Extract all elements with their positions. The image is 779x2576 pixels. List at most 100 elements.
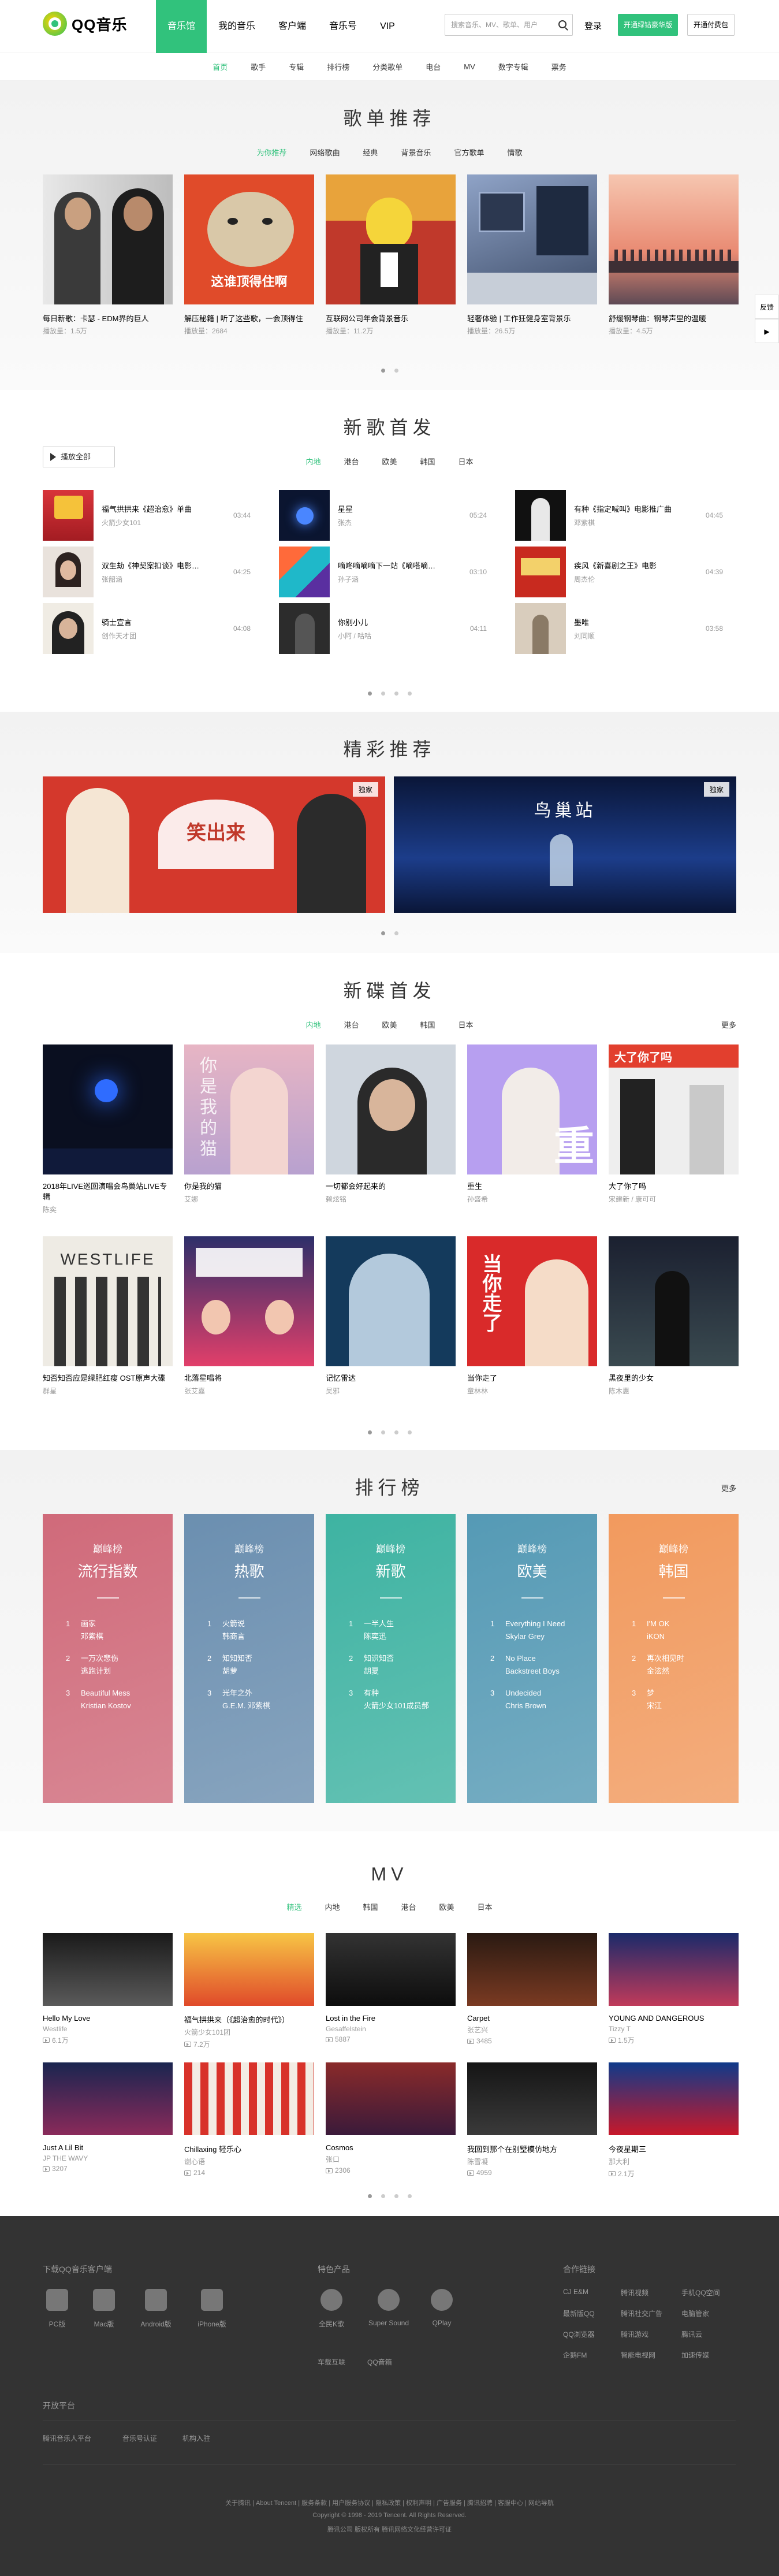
- album-cover[interactable]: 你是我的猫: [184, 1044, 314, 1174]
- download-mac[interactable]: Mac版: [87, 2289, 121, 2329]
- album-title[interactable]: 你是我的猫: [184, 1181, 314, 1192]
- song-name[interactable]: 火箭说: [222, 1618, 245, 1630]
- artist-name[interactable]: 韩商言: [222, 1631, 245, 1642]
- song-name[interactable]: 知识知否: [364, 1653, 394, 1664]
- tab-korea[interactable]: 韩国: [409, 456, 447, 467]
- playlist-cover[interactable]: [609, 174, 739, 304]
- mv-artist[interactable]: 火箭少女101团: [184, 2027, 314, 2037]
- album-cover[interactable]: WESTLIFE: [43, 1236, 173, 1366]
- mv-thumbnail[interactable]: [326, 2062, 456, 2135]
- paid-package-button[interactable]: 开通付费包: [687, 14, 735, 36]
- mv-thumbnail[interactable]: [609, 2062, 739, 2135]
- album-cover[interactable]: [43, 1044, 173, 1174]
- chart-artist[interactable]: 邓紫棋: [66, 1631, 173, 1642]
- mv-thumbnail[interactable]: [43, 2062, 173, 2135]
- nav-client[interactable]: 客户端: [267, 0, 318, 53]
- mv-card[interactable]: 我回到那个在别墅模仿地方 陈雪凝 4959: [467, 2062, 597, 2177]
- product-qplay[interactable]: QPlay: [427, 2289, 456, 2327]
- song-name[interactable]: 骑士宣言: [102, 616, 200, 627]
- album-cover[interactable]: 当你走了: [467, 1236, 597, 1366]
- play-all-button[interactable]: 播放全部: [43, 447, 115, 467]
- song-name[interactable]: Everything I Need: [505, 1618, 565, 1630]
- pager-dot[interactable]: [394, 2194, 398, 2198]
- song-cover[interactable]: [43, 603, 94, 654]
- song-name[interactable]: 双生劫《神契案扣谈》电影主题曲: [102, 560, 200, 571]
- song-artist[interactable]: 周杰伦: [574, 574, 672, 584]
- mv-card[interactable]: 福气拱拱来（《超治愈的时代》） 火箭少女101团 7.2万: [184, 1933, 314, 2049]
- song-artist[interactable]: 火箭少女101: [102, 518, 200, 527]
- song-cover[interactable]: [515, 603, 566, 654]
- playlist-name[interactable]: 每日新歌：卡瑟 - EDM界的巨人: [43, 313, 173, 324]
- partner-link[interactable]: 腾讯游戏: [621, 2329, 648, 2339]
- artist-name[interactable]: 逃跑计划: [81, 1666, 111, 1677]
- partner-link[interactable]: CJ E&M: [563, 2288, 588, 2296]
- chart-song[interactable]: 3 Beautiful Mess: [66, 1687, 173, 1699]
- mv-card[interactable]: 今夜星期三 那大利 2.1万: [609, 2062, 739, 2179]
- chart-artist[interactable]: Backstreet Boys: [490, 1666, 597, 1677]
- album-card[interactable]: 一切都会好起来的 赖炫铭: [326, 1044, 456, 1204]
- nav-music-account[interactable]: 音乐号: [318, 0, 368, 53]
- artist-name[interactable]: 宋江: [647, 1700, 662, 1712]
- song-name[interactable]: 梦: [647, 1687, 654, 1699]
- artist-name[interactable]: 胡夏: [364, 1666, 379, 1677]
- mv-artist[interactable]: 谢心语: [184, 2157, 314, 2166]
- album-title[interactable]: 黑夜里的少女: [609, 1373, 739, 1384]
- mv-title[interactable]: 今夜星期三: [609, 2143, 739, 2154]
- album-artist[interactable]: 陈木惠: [609, 1386, 739, 1396]
- pager-dot[interactable]: [407, 692, 412, 696]
- mv-title[interactable]: Cosmos: [326, 2143, 456, 2152]
- chart-song[interactable]: 2 知知知否: [207, 1653, 314, 1664]
- playlist-card[interactable]: 舒缓钢琴曲：钢琴声里的温暖 播放量：4.5万: [609, 174, 739, 336]
- playlist-card[interactable]: 互联网公司年会背景音乐 播放量：11.2万: [326, 174, 456, 336]
- pager-dot[interactable]: [381, 931, 385, 935]
- playlist-cover[interactable]: 这谁顶得住啊: [184, 174, 314, 304]
- album-card[interactable]: 2018年LIVE巡回演唱会鸟巢站LIVE专辑 陈奕: [43, 1044, 173, 1214]
- partner-link[interactable]: 腾讯社交广告: [621, 2309, 662, 2318]
- chart-artist[interactable]: Skylar Grey: [490, 1631, 597, 1642]
- chart-song[interactable]: 2 再次相见时: [632, 1653, 739, 1664]
- album-card[interactable]: 北落星唱将 张艾嘉: [184, 1236, 314, 1396]
- partner-link[interactable]: 最新版QQ: [563, 2309, 595, 2318]
- tab-mainland[interactable]: 内地: [313, 1901, 351, 1912]
- album-title[interactable]: 大了你了吗: [609, 1181, 739, 1192]
- tab-western[interactable]: 欧美: [370, 1019, 408, 1030]
- subnav-radio[interactable]: 电台: [414, 61, 452, 72]
- album-cover[interactable]: [609, 1236, 739, 1366]
- mv-thumbnail[interactable]: [467, 1933, 597, 2006]
- song-row[interactable]: 星星 张杰 05:24: [279, 490, 487, 541]
- album-title[interactable]: 知否知否应是绿肥红瘦 OST原声大碟: [43, 1373, 173, 1384]
- song-artist[interactable]: 孙子涵: [338, 574, 436, 584]
- pager-dot[interactable]: [407, 2194, 412, 2198]
- tab-mainland[interactable]: 内地: [294, 456, 332, 467]
- mv-card[interactable]: Just A Lil Bit JP THE WAVY 3207: [43, 2062, 173, 2173]
- search-icon[interactable]: [558, 20, 566, 28]
- tab-hk-tw[interactable]: 港台: [332, 456, 370, 467]
- tab-japan[interactable]: 日本: [466, 1901, 504, 1912]
- mv-thumbnail[interactable]: [43, 1933, 173, 2006]
- artist-name[interactable]: iKON: [647, 1631, 665, 1642]
- chart-artist[interactable]: 火箭少女101成员郝: [349, 1700, 456, 1712]
- subnav-album[interactable]: 专辑: [277, 61, 315, 72]
- song-name[interactable]: Beautiful Mess: [81, 1687, 130, 1699]
- chart-song[interactable]: 2 知识知否: [349, 1653, 456, 1664]
- chart-artist[interactable]: 韩商言: [207, 1631, 314, 1642]
- chart-card[interactable]: 巅峰榜 欧美 1 Everything I Need Skylar Grey 2 No Pl…: [467, 1514, 597, 1803]
- chart-name[interactable]: 新歌: [326, 1560, 456, 1581]
- song-name[interactable]: 一半人生: [364, 1618, 394, 1630]
- pager-dot[interactable]: [381, 692, 385, 696]
- feedback-button[interactable]: 反馈: [755, 295, 779, 319]
- chart-card[interactable]: 巅峰榜 韩国 1 I'M OK iKON 2 再次相见时 金泫然 3 梦宋江: [609, 1514, 739, 1803]
- pager-dot[interactable]: [367, 2194, 372, 2198]
- album-cover[interactable]: [326, 1044, 456, 1174]
- chart-song[interactable]: 1 火箭说: [207, 1618, 314, 1630]
- song-row[interactable]: 疾风《新喜剧之王》电影 周杰伦 04:39: [515, 547, 723, 597]
- chart-song[interactable]: 3 Undecided: [490, 1687, 597, 1699]
- featured-banner[interactable]: 鸟巢站 独家: [394, 776, 736, 913]
- album-artist[interactable]: 宋建新 / 康可可: [609, 1194, 739, 1204]
- mv-thumbnail[interactable]: [609, 1933, 739, 2006]
- chart-artist[interactable]: iKON: [632, 1631, 739, 1642]
- album-title[interactable]: 2018年LIVE巡回演唱会鸟巢站LIVE专辑: [43, 1181, 173, 1202]
- tab-japan[interactable]: 日本: [447, 1019, 485, 1030]
- playlist-card[interactable]: 轻奢体验 | 工作狂健身室背景乐 播放量：26.5万: [467, 174, 597, 336]
- mv-artist[interactable]: Tizzy T: [609, 2025, 739, 2033]
